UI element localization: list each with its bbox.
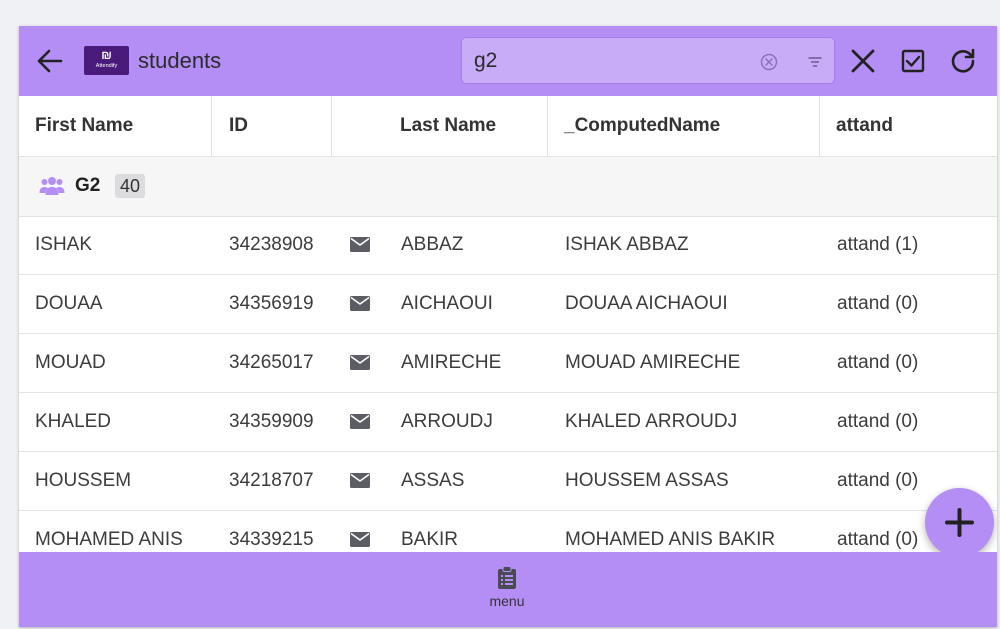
cell-computed-name: MOUAD AMIRECHE	[565, 352, 741, 373]
menu-button[interactable]: menu	[477, 566, 537, 616]
cell-first-name: DOUAA	[35, 293, 103, 314]
select-checkbox-icon[interactable]	[898, 46, 928, 76]
cell-attand: attand (0)	[837, 352, 919, 373]
table-row[interactable]: ISHAK 34238908 ABBAZ ISHAK ABBAZ attand (1)	[19, 216, 997, 275]
cell-attand: attand (1)	[837, 234, 919, 255]
cell-attand: attand (0)	[837, 411, 919, 432]
cell-attand: attand (0)	[837, 293, 919, 314]
envelope-icon[interactable]	[350, 473, 370, 488]
app-header: ₪ Attendify students	[19, 26, 997, 96]
cell-id: 34359909	[229, 411, 314, 432]
cell-last-name: AMIRECHE	[401, 352, 502, 373]
group-count-badge: 40	[115, 174, 146, 198]
table-body: ISHAK 34238908 ABBAZ ISHAK ABBAZ attand (1) D…	[19, 216, 997, 552]
app-logo: ₪ Attendify	[84, 46, 129, 75]
cell-first-name: MOUAD	[35, 352, 106, 373]
cell-attand: attand (0)	[837, 529, 919, 550]
cell-last-name: ABBAZ	[401, 234, 464, 255]
table-header: First Name ID Last Name _ComputedName at…	[19, 96, 997, 157]
table-row[interactable]: DOUAA 34356919 AICHAOUI DOUAA AICHAOUI attan…	[19, 275, 997, 334]
column-header-computed-name[interactable]: _ComputedName	[548, 96, 820, 156]
search-box[interactable]	[461, 37, 835, 84]
add-button[interactable]	[925, 488, 994, 557]
cell-id: 34218707	[229, 470, 314, 491]
column-header-last-name[interactable]: Last Name	[332, 96, 548, 156]
clear-search-icon[interactable]	[760, 53, 778, 71]
envelope-icon[interactable]	[350, 532, 370, 547]
cell-computed-name: ISHAK ABBAZ	[565, 234, 689, 255]
search-input[interactable]	[474, 48, 744, 74]
app-window: ₪ Attendify students g2 First Name ID La…	[19, 26, 997, 627]
cell-computed-name: MOHAMED ANIS BAKIR	[565, 529, 776, 550]
table-row[interactable]: HOUSSEM 34218707 ASSAS HOUSSEM ASSAS attand …	[19, 452, 997, 511]
table-row[interactable]: MOUAD 34265017 AMIRECHE MOUAD AMIRECHE attan…	[19, 334, 997, 393]
cell-attand: attand (0)	[837, 470, 919, 491]
group-header-row[interactable]: G2 40	[19, 157, 997, 217]
cell-last-name: AICHAOUI	[401, 293, 493, 314]
column-header-id[interactable]: ID	[212, 96, 332, 156]
table-row[interactable]: MOHAMED ANIS 34339215 BAKIR MOHAMED ANIS BA…	[19, 511, 997, 552]
logo-text: Attendify	[95, 63, 118, 69]
envelope-icon[interactable]	[350, 237, 370, 252]
column-header-first-name[interactable]: First Name	[19, 96, 212, 156]
column-header-attand[interactable]: attand	[820, 96, 997, 156]
envelope-icon[interactable]	[350, 296, 370, 311]
bottom-navigation: menu	[19, 552, 997, 627]
clipboard-list-icon	[498, 566, 516, 589]
cell-id: 34356919	[229, 293, 314, 314]
cell-first-name: ISHAK	[35, 234, 93, 255]
cell-computed-name: HOUSSEM ASSAS	[565, 470, 729, 491]
cell-computed-name: DOUAA AICHAOUI	[565, 293, 728, 314]
users-group-icon	[39, 176, 65, 196]
envelope-icon[interactable]	[350, 414, 370, 429]
cell-last-name: ASSAS	[401, 470, 465, 491]
table-row[interactable]: KHALED 34359909 ARROUDJ KHALED ARROUDJ attan…	[19, 393, 997, 452]
filter-icon[interactable]	[808, 55, 822, 67]
cell-id: 34238908	[229, 234, 314, 255]
cell-computed-name: KHALED ARROUDJ	[565, 411, 738, 432]
back-arrow-icon[interactable]	[33, 45, 67, 77]
cell-id: 34339215	[229, 529, 314, 550]
envelope-icon[interactable]	[350, 355, 370, 370]
cell-first-name: KHALED	[35, 411, 112, 432]
cell-id: 34265017	[229, 352, 314, 373]
page-title: students	[138, 48, 222, 73]
cell-first-name: MOHAMED ANIS	[35, 529, 183, 550]
cell-first-name: HOUSSEM	[35, 470, 132, 491]
close-icon[interactable]	[848, 46, 878, 76]
cell-last-name: BAKIR	[401, 529, 459, 550]
refresh-icon[interactable]	[948, 46, 978, 76]
menu-label: menu	[489, 593, 525, 609]
cell-last-name: ARROUDJ	[401, 411, 493, 432]
group-name: G2	[75, 175, 101, 196]
